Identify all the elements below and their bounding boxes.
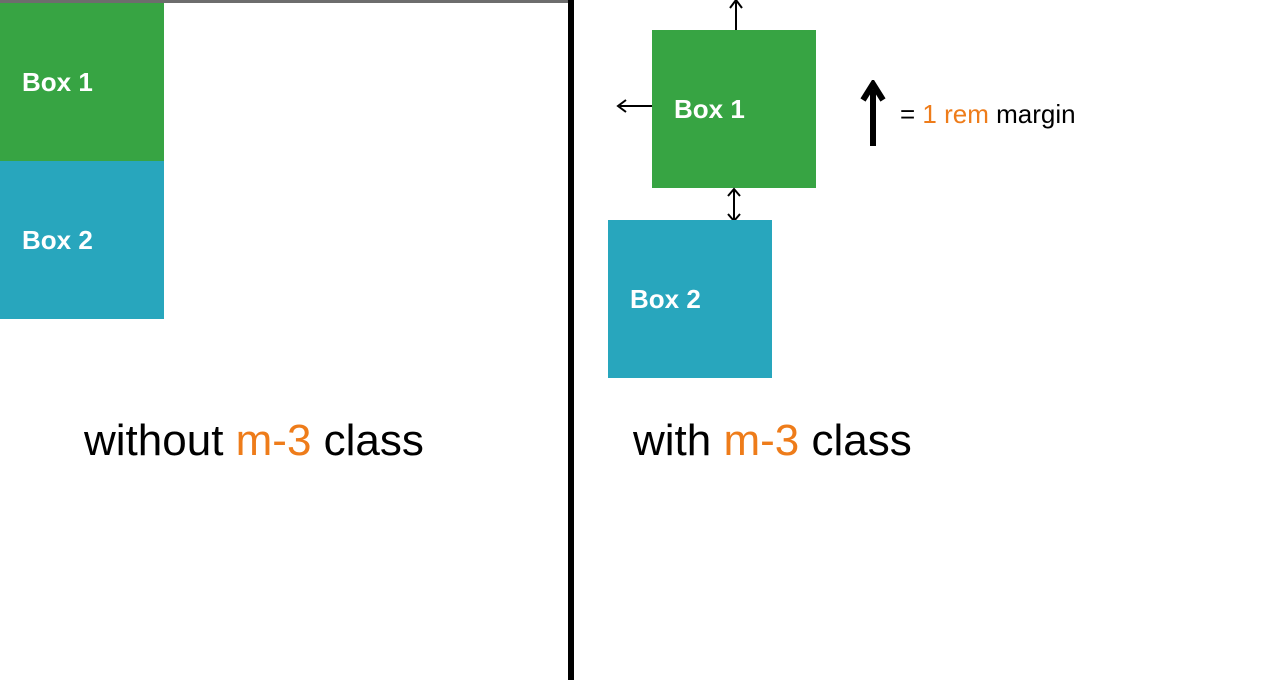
box-1-label: Box 1 — [22, 67, 93, 98]
arrow-up-bold-icon — [860, 80, 886, 148]
caption-left-suffix: class — [311, 416, 423, 465]
box-1-label: Box 1 — [674, 94, 745, 125]
legend-suffix: margin — [989, 99, 1076, 129]
box-2-no-margin: Box 2 — [0, 161, 164, 319]
arrow-left-icon — [612, 96, 654, 116]
arrow-up-icon — [726, 0, 746, 32]
box-2-label: Box 2 — [22, 225, 93, 256]
arrow-vertical-between-icon — [724, 186, 744, 224]
legend-equals: = — [900, 99, 922, 129]
box-2-with-margin: Box 2 — [608, 220, 772, 378]
box-1-with-margin: Box 1 — [652, 30, 816, 188]
caption-left-code: m-3 — [236, 416, 312, 465]
box-1-no-margin: Box 1 — [0, 3, 164, 161]
caption-right-code: m-3 — [723, 416, 799, 465]
box-2-label: Box 2 — [630, 284, 701, 315]
legend-text: = 1 rem margin — [900, 99, 1076, 130]
caption-left-prefix: without — [84, 416, 236, 465]
caption-without: without m-3 class — [84, 416, 424, 466]
caption-right-suffix: class — [799, 416, 911, 465]
caption-right-prefix: with — [633, 416, 723, 465]
vertical-divider — [568, 0, 574, 680]
panel-without-margin: Box 1 Box 2 — [0, 0, 568, 680]
legend: = 1 rem margin — [860, 80, 1076, 148]
legend-value-code: 1 rem — [922, 99, 988, 129]
caption-with: with m-3 class — [633, 416, 912, 466]
